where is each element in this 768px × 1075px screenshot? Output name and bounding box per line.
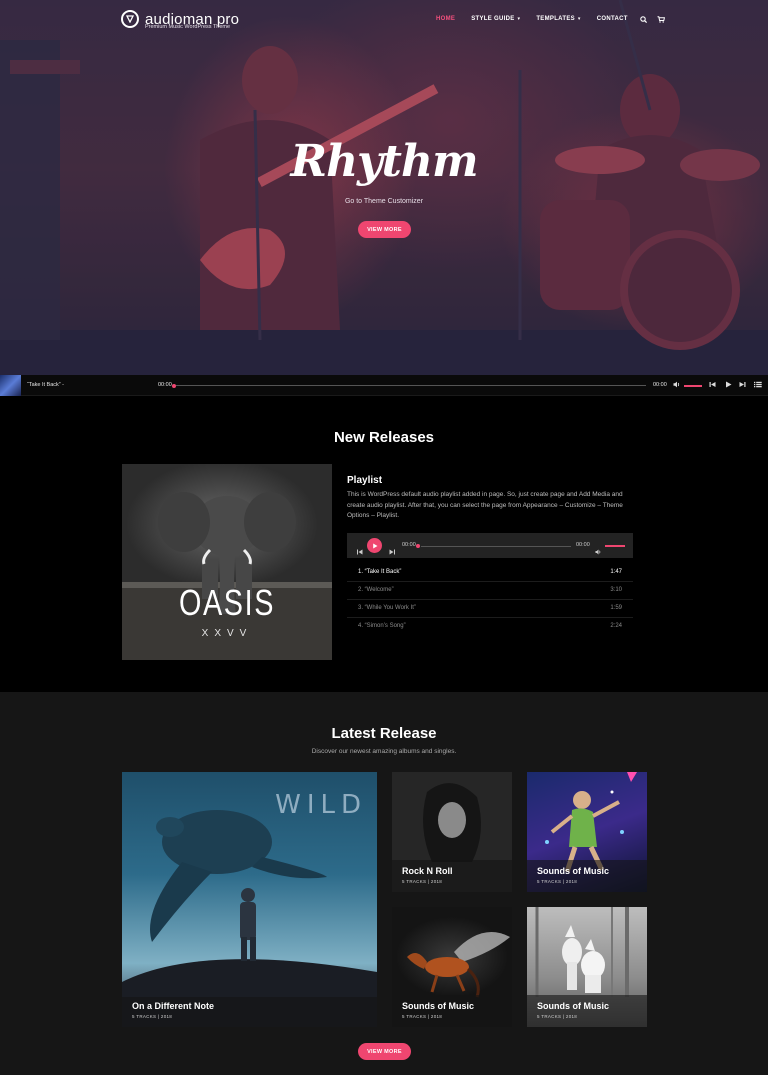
- track-duration: 2:24: [610, 623, 622, 629]
- nav-item-contact[interactable]: CONTACT: [597, 16, 628, 22]
- playlist-time-current: 00:00: [402, 542, 416, 548]
- progress-handle[interactable]: [416, 544, 420, 548]
- playlist-track-row[interactable]: 2. “Welcome” 3:10: [347, 582, 633, 600]
- card-meta: 5 TRACKS | 2018: [402, 879, 443, 884]
- album-title: OASIS: [178, 582, 276, 623]
- card-title: Sounds of Music: [537, 866, 609, 876]
- site-tagline: Premium Music WordPress Theme: [145, 24, 231, 30]
- player-time-current: 00:00: [158, 382, 172, 388]
- cover-title-wild: WILD: [275, 790, 367, 820]
- track-title: 3. “While You Work It”: [358, 605, 416, 611]
- album-cover-oasis[interactable]: OASIS XXVV: [122, 464, 332, 660]
- playlist-track-row[interactable]: 3. “While You Work It” 1:59: [347, 600, 633, 618]
- album-card-sounds-of-music-wolves[interactable]: Sounds of Music 5 TRACKS | 2018: [527, 907, 647, 1027]
- play-icon[interactable]: [725, 381, 732, 391]
- search-icon[interactable]: [639, 15, 647, 23]
- next-icon[interactable]: [739, 381, 746, 391]
- card-title: On a Different Note: [132, 1001, 215, 1011]
- nav-item-style-guide[interactable]: STYLE GUIDE ▾: [471, 16, 520, 22]
- next-icon[interactable]: [389, 542, 395, 560]
- prev-icon[interactable]: [709, 381, 716, 391]
- progress-bar[interactable]: [176, 385, 646, 386]
- card-meta: 5 TRACKS | 2018: [537, 1014, 578, 1019]
- track-duration: 3:10: [610, 587, 622, 593]
- album-card-sounds-of-music-dancer[interactable]: Sounds of Music 5 TRACKS | 2018: [527, 772, 647, 892]
- card-caption: Sounds of Music 5 TRACKS | 2018: [527, 860, 647, 892]
- playlist-icon[interactable]: [754, 381, 762, 391]
- hero-banner: audioman pro Premium Music WordPress The…: [0, 0, 768, 375]
- hero-title: Rhythm: [290, 136, 479, 187]
- main-navigation: HOME STYLE GUIDE ▾ TEMPLATES ▾ CONTACT: [436, 15, 665, 23]
- nav-item-label: STYLE GUIDE: [471, 16, 515, 22]
- album-card-featured[interactable]: WILD On a Different Note 5 TRACKS | 2018: [122, 772, 377, 1027]
- site-header: audioman pro Premium Music WordPress The…: [0, 0, 768, 36]
- volume-slider[interactable]: [684, 385, 702, 387]
- card-meta: 5 TRACKS | 2018: [132, 1014, 173, 1019]
- playlist-heading: Playlist: [347, 475, 383, 486]
- track-duration: 1:47: [610, 569, 622, 575]
- card-caption: Sounds of Music 5 TRACKS | 2018: [392, 995, 512, 1027]
- track-title: 1. “Take It Back”: [358, 569, 402, 575]
- track-title: 2. “Welcome”: [358, 587, 394, 593]
- hero-subtitle[interactable]: Go to Theme Customizer: [0, 198, 768, 205]
- cart-icon[interactable]: [657, 15, 665, 23]
- card-caption: Sounds of Music 5 TRACKS | 2018: [527, 995, 647, 1027]
- album-subtitle: XXVV: [201, 628, 253, 639]
- progress-bar[interactable]: [421, 545, 571, 547]
- track-duration: 1:59: [610, 605, 622, 611]
- latest-release-heading: Latest Release: [331, 725, 437, 742]
- volume-icon[interactable]: [595, 542, 602, 560]
- latest-release-subtitle: Discover our newest amazing albums and s…: [311, 748, 457, 755]
- player-track-title: “Take It Back” -: [27, 382, 64, 388]
- playlist-player: 00:00 00:00: [347, 533, 633, 558]
- card-title: Sounds of Music: [537, 1001, 609, 1011]
- hero-view-more-button[interactable]: VIEW MORE: [358, 221, 411, 238]
- prev-icon[interactable]: [357, 542, 363, 560]
- volume-slider[interactable]: [605, 545, 625, 547]
- playlist-track-row[interactable]: 4. “Simon’s Song” 2:24: [347, 618, 633, 636]
- latest-view-more-button[interactable]: VIEW MORE: [358, 1043, 411, 1060]
- card-meta: 5 TRACKS | 2018: [537, 879, 578, 884]
- play-button[interactable]: [367, 538, 382, 553]
- nav-item-label: TEMPLATES: [536, 16, 575, 22]
- card-title: Rock N Roll: [402, 866, 453, 876]
- volume-icon[interactable]: [673, 381, 681, 391]
- new-releases-heading: New Releases: [333, 429, 435, 446]
- track-title: 4. “Simon’s Song”: [358, 623, 406, 629]
- logo-triangle-icon: [121, 10, 139, 28]
- card-meta: 5 TRACKS | 2018: [402, 1014, 443, 1019]
- hero-overlay: [0, 0, 768, 375]
- player-time-total: 00:00: [653, 382, 667, 388]
- nav-item-home[interactable]: HOME: [436, 16, 455, 22]
- album-card-sounds-of-music-horse[interactable]: Sounds of Music 5 TRACKS | 2018: [392, 907, 512, 1027]
- playlist-time-total: 00:00: [576, 542, 590, 548]
- card-caption: On a Different Note 5 TRACKS | 2018: [122, 997, 377, 1027]
- playlist-track-row[interactable]: 1. “Take It Back” 1:47: [347, 564, 633, 582]
- chevron-down-icon: ▾: [577, 16, 581, 22]
- audio-player-bar: “Take It Back” - 00:00 00:00: [0, 375, 768, 396]
- playlist-description: This is WordPress default audio playlist…: [347, 491, 623, 519]
- track-thumbnail: [0, 375, 21, 396]
- chevron-down-icon: ▾: [517, 16, 521, 22]
- nav-item-templates[interactable]: TEMPLATES ▾: [536, 16, 580, 22]
- album-card-rock-n-roll[interactable]: Rock N Roll 5 TRACKS | 2018: [392, 772, 512, 892]
- card-caption: Rock N Roll 5 TRACKS | 2018: [392, 860, 512, 892]
- card-title: Sounds of Music: [402, 1001, 474, 1011]
